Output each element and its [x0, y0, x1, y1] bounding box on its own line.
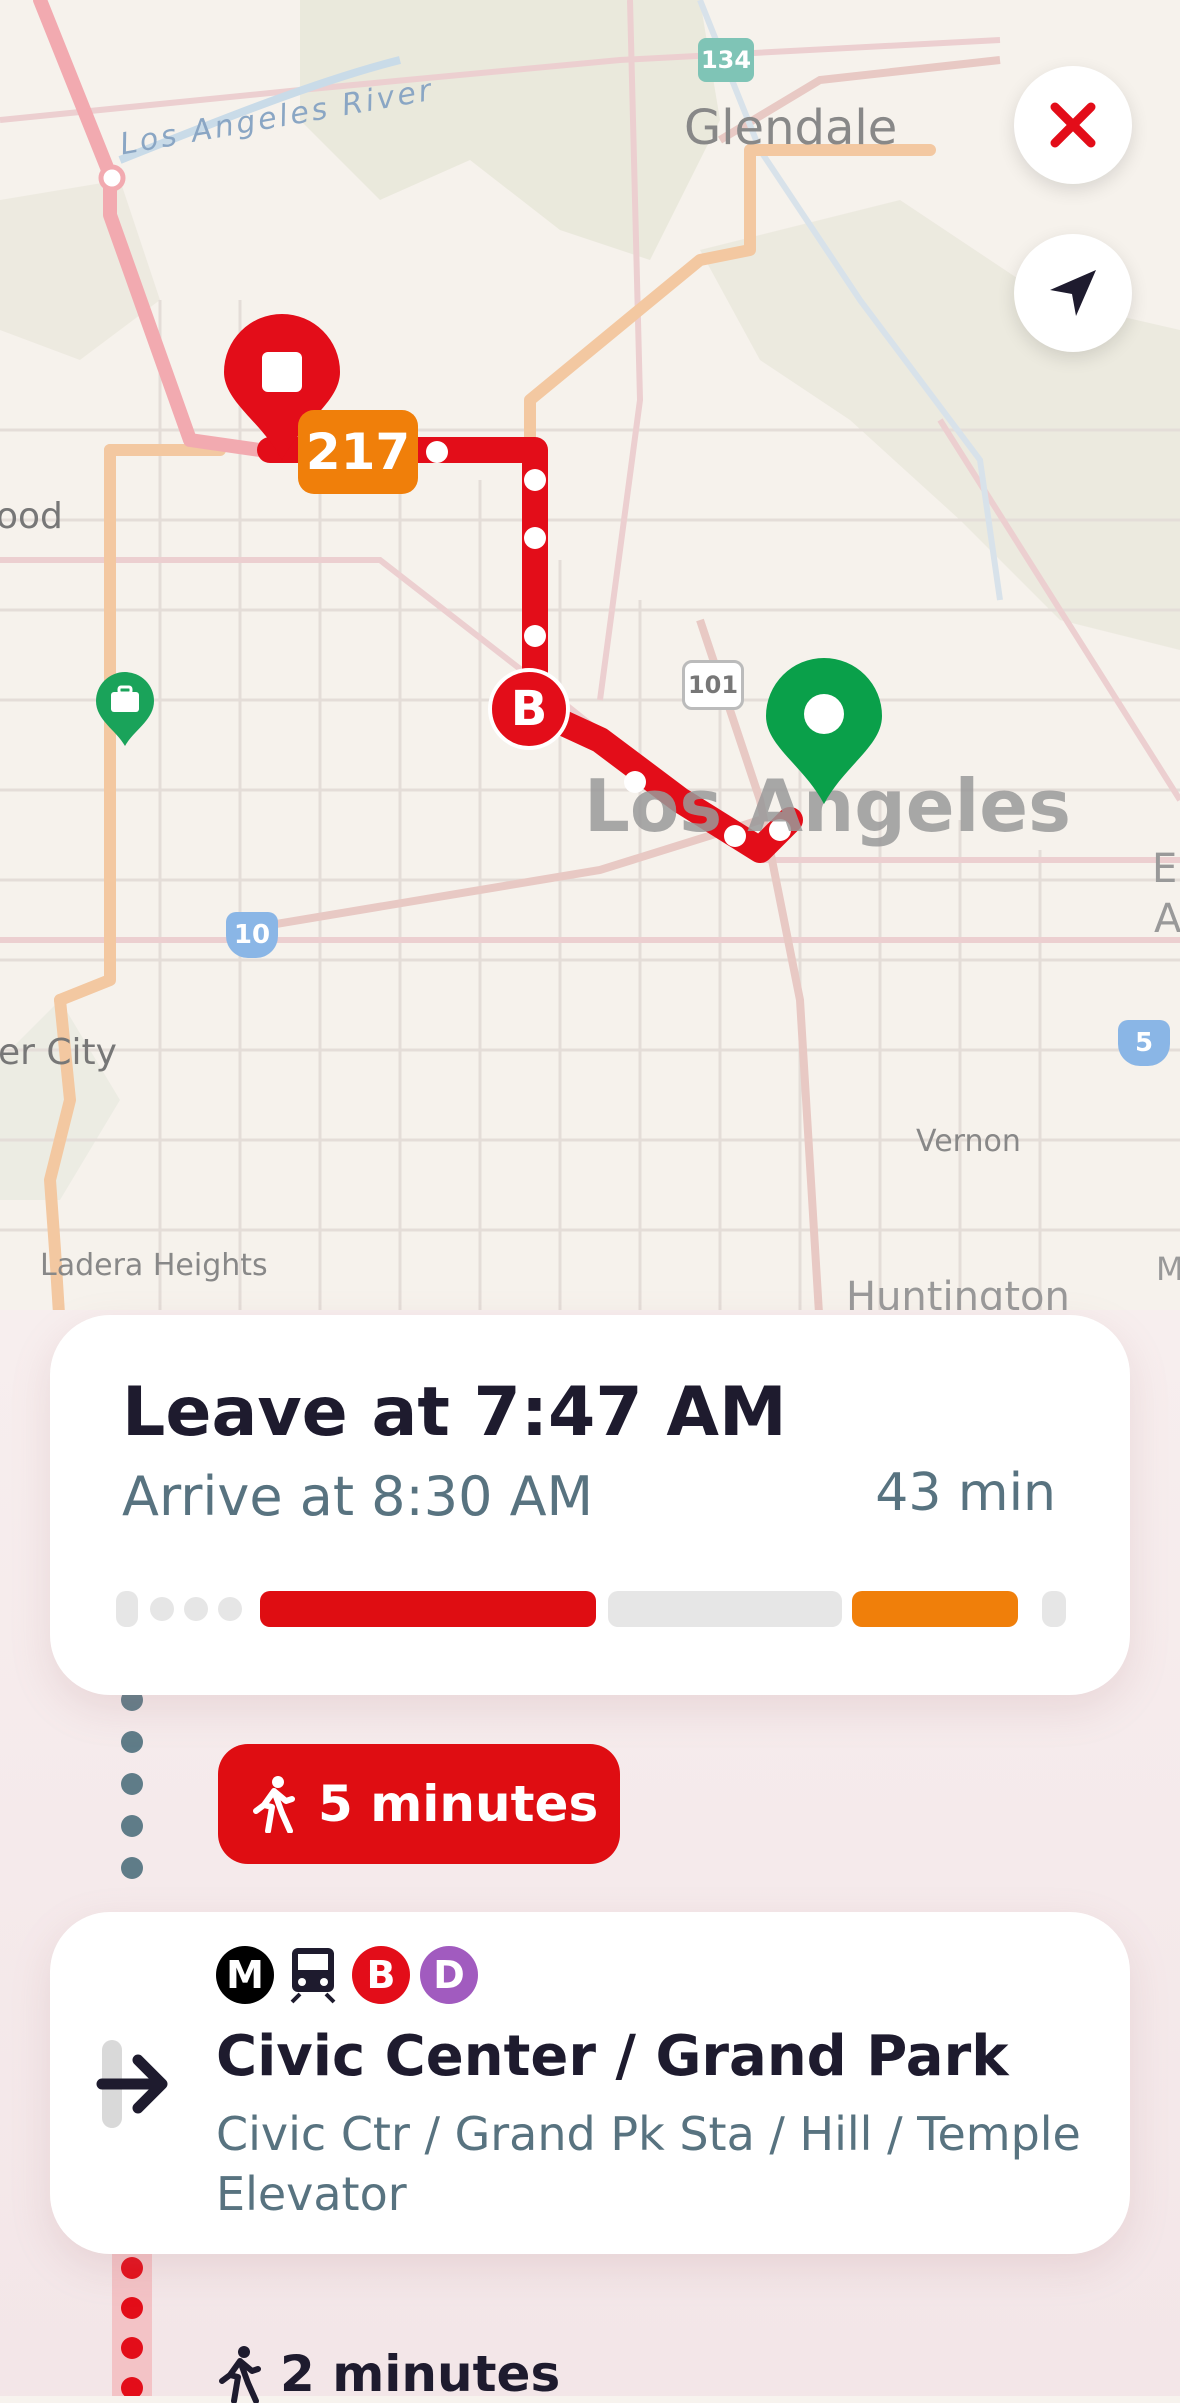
walk-step-pill[interactable]: 5 minutes: [218, 1744, 620, 1864]
segment-rail: [260, 1591, 596, 1627]
highway-shield-134: 134: [698, 38, 754, 82]
rail-line-b-badge[interactable]: B: [488, 668, 570, 750]
walk-step-2[interactable]: 2 minutes: [218, 2345, 560, 2403]
walking-icon: [253, 1776, 295, 1833]
bus-route-badge[interactable]: 217: [298, 410, 418, 494]
stop-card[interactable]: M B D Civic Center / Grand Park Civic Ct…: [50, 1912, 1130, 2254]
departure-time: Leave at 7:47 AM: [122, 1373, 787, 1452]
segment-start: [116, 1591, 138, 1627]
route-map[interactable]: Los Angeles River Glendale ood Los Angel…: [0, 0, 1180, 1336]
destination-pin-icon[interactable]: [764, 656, 884, 810]
segment-bus: [852, 1591, 1018, 1627]
edge-label-m: M: [1156, 1250, 1180, 1288]
vernon-label: Vernon: [916, 1124, 1021, 1159]
edge-label-e: E: [1152, 846, 1178, 892]
segment-wait: [608, 1591, 842, 1627]
highway-shield-5: 5: [1118, 1020, 1170, 1066]
metro-badge: M: [216, 1946, 274, 2004]
location-arrow-icon: [1050, 270, 1096, 316]
line-d-badge: D: [420, 1946, 478, 2004]
walk-duration: 5 minutes: [318, 1775, 599, 1833]
segment-walk-dot: [184, 1597, 208, 1621]
stop-name: Civic Center / Grand Park: [216, 2024, 1009, 2089]
locate-me-button[interactable]: [1014, 234, 1132, 352]
close-icon: [1050, 102, 1096, 148]
briefcase-poi-icon[interactable]: [94, 670, 156, 752]
arrow-right-icon: [96, 2054, 168, 2114]
highway-shield-10: 10: [226, 912, 278, 958]
walking-icon: [219, 2346, 261, 2403]
close-button[interactable]: [1014, 66, 1132, 184]
segment-walk-dot: [150, 1597, 174, 1621]
trip-duration: 43 min: [875, 1463, 1056, 1523]
service-badges: M B D: [216, 1946, 478, 2004]
line-b-badge: B: [352, 1946, 410, 2004]
culver-city-label: er City: [0, 1032, 117, 1073]
edge-label-a: A: [1154, 896, 1180, 942]
segment-walk-dot: [218, 1597, 242, 1621]
glendale-label: Glendale: [684, 100, 898, 156]
train-icon: [284, 1946, 342, 2004]
ladera-heights-label: Ladera Heights: [40, 1248, 268, 1283]
arrival-time: Arrive at 8:30 AM: [122, 1465, 594, 1528]
hollywood-label: ood: [0, 496, 63, 537]
stop-entrance: Civic Ctr / Grand Pk Sta / Hill / Temple…: [216, 2107, 1081, 2221]
trip-summary-card[interactable]: Leave at 7:47 AM Arrive at 8:30 AM 43 mi…: [50, 1315, 1130, 1695]
highway-shield-101: 101: [682, 660, 744, 710]
segment-end: [1042, 1591, 1066, 1627]
walk-duration-2: 2 minutes: [280, 2345, 561, 2403]
